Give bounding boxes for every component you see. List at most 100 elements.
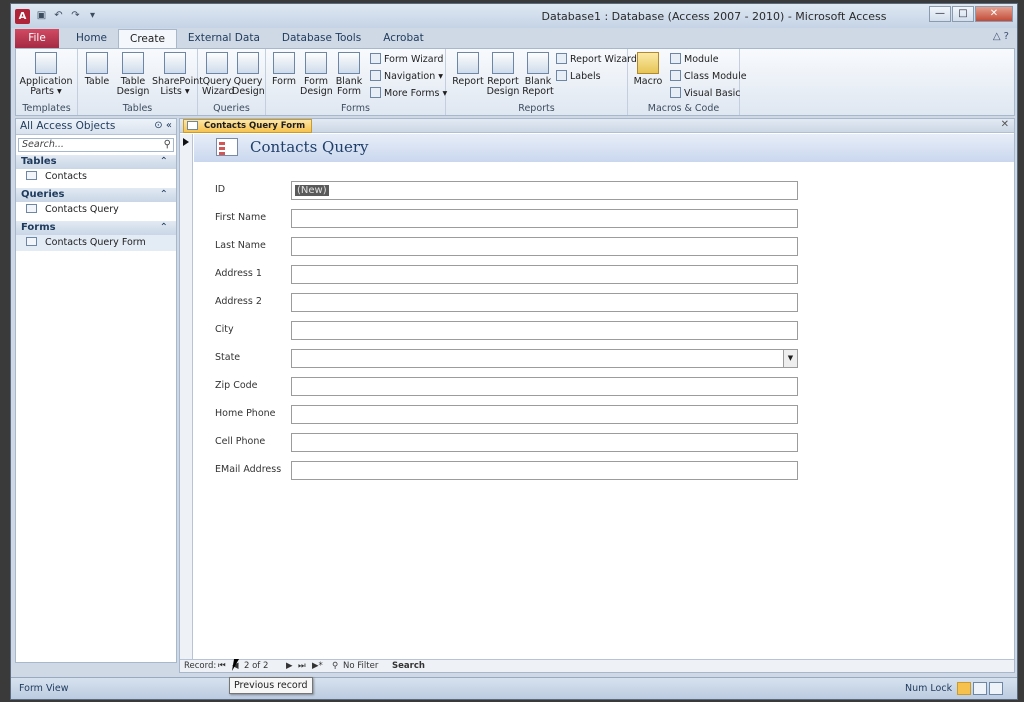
nav-item-contacts-query-form[interactable]: Contacts Query Form	[16, 235, 176, 251]
class-module-icon	[670, 70, 681, 81]
collapse-icon: ⌃	[159, 156, 168, 167]
next-record-button[interactable]: ▶	[286, 661, 293, 671]
class-module-button[interactable]: Class Module	[670, 70, 747, 82]
record-selector[interactable]	[180, 134, 193, 660]
visual-basic-button[interactable]: Visual Basic	[670, 87, 741, 99]
table-icon	[86, 52, 108, 74]
tab-acrobat[interactable]: Acrobat	[372, 29, 435, 48]
navigation-icon	[370, 70, 381, 81]
minimize-button[interactable]: —	[929, 6, 951, 22]
layout-view-icon[interactable]	[973, 682, 987, 695]
ribbon-tabs: File Home Create External Data Database …	[11, 28, 1017, 48]
chevron-down-icon[interactable]: ⊙	[154, 120, 162, 131]
city-field[interactable]	[291, 321, 798, 340]
blank-form-button[interactable]: Blank Form	[334, 52, 364, 97]
search-icon[interactable]: ⚲	[164, 139, 171, 151]
query-wizard-button[interactable]: Query Wizard	[202, 52, 234, 97]
first-record-button[interactable]: ⏮	[218, 661, 226, 671]
field-label: Last Name	[215, 240, 266, 251]
current-record-position[interactable]: 2 of 2	[244, 661, 268, 671]
collapse-pane-icon[interactable]: «	[166, 120, 172, 131]
help-icon[interactable]: △ ?	[993, 31, 1009, 42]
application-parts-button[interactable]: Application Parts ▾	[18, 52, 74, 97]
collapse-icon: ⌃	[159, 189, 168, 200]
nav-group-tables[interactable]: Tables ⌃	[16, 155, 176, 169]
nav-item-contacts-query[interactable]: Contacts Query	[16, 202, 176, 218]
nav-group-queries[interactable]: Queries ⌃	[16, 188, 176, 202]
form-header: Contacts Query	[194, 134, 1014, 162]
report-design-icon	[492, 52, 514, 74]
status-bar: Form View Num Lock	[11, 677, 1017, 699]
blank-report-button[interactable]: Blank Report	[522, 52, 554, 97]
filter-status[interactable]: No Filter	[343, 661, 378, 671]
id-field[interactable]: (New)	[291, 181, 798, 200]
group-queries: Query Wizard Query Design Queries	[198, 49, 266, 115]
table-design-button[interactable]: Table Design	[114, 52, 152, 97]
field-label: State	[215, 352, 241, 363]
close-document-icon[interactable]: ✕	[1001, 119, 1009, 130]
report-design-button[interactable]: Report Design	[486, 52, 520, 97]
visual-basic-icon	[670, 87, 681, 98]
view-status: Form View	[19, 683, 69, 694]
more-forms-button[interactable]: More Forms ▾	[370, 87, 447, 99]
tab-home[interactable]: Home	[65, 29, 118, 48]
nav-pane-header[interactable]: All Access Objects ⊙ «	[16, 119, 176, 135]
query-design-button[interactable]: Query Design	[232, 52, 265, 97]
form-body: ID (New) First Name Last Name Address 1 …	[194, 163, 1014, 660]
address-1-field[interactable]	[291, 265, 798, 284]
report-button[interactable]: Report	[452, 52, 484, 87]
ribbon: Application Parts ▾ Templates Table Tabl…	[15, 48, 1015, 116]
form-button[interactable]: Form	[270, 52, 298, 87]
tab-file[interactable]: File	[15, 29, 59, 48]
field-row-city: City	[194, 321, 1014, 341]
maximize-button[interactable]: □	[952, 6, 974, 22]
table-icon	[26, 171, 37, 180]
field-label: EMail Address	[215, 464, 282, 475]
nav-group-forms[interactable]: Forms ⌃	[16, 221, 176, 235]
first-name-field[interactable]	[291, 209, 798, 228]
group-reports: Report Report Design Blank Report Report…	[446, 49, 637, 115]
form-wizard-button[interactable]: Form Wizard	[370, 53, 443, 65]
new-record-button[interactable]: ▶*	[312, 661, 323, 671]
table-button[interactable]: Table	[82, 52, 112, 87]
navigation-button[interactable]: Navigation ▾	[370, 70, 443, 82]
field-row-home-phone: Home Phone	[194, 405, 1014, 425]
design-view-icon[interactable]	[989, 682, 1003, 695]
tab-external-data[interactable]: External Data	[177, 29, 271, 48]
sharepoint-lists-button[interactable]: SharePoint Lists ▾	[152, 52, 203, 97]
email-address-field[interactable]	[291, 461, 798, 480]
chevron-down-icon[interactable]: ▼	[783, 350, 797, 367]
tab-create[interactable]: Create	[118, 29, 177, 48]
home-phone-field[interactable]	[291, 405, 798, 424]
blank-form-icon	[338, 52, 360, 74]
record-search-input[interactable]: Search	[392, 661, 425, 671]
report-icon	[457, 52, 479, 74]
report-wizard-button[interactable]: Report Wizard	[556, 53, 637, 65]
form-design-button[interactable]: Form Design	[300, 52, 333, 97]
document-tab-contacts-query-form[interactable]: Contacts Query Form	[183, 119, 313, 133]
document-tab-bar: Contacts Query Form ✕	[180, 119, 1014, 133]
more-forms-icon	[370, 87, 381, 98]
field-label: First Name	[215, 212, 267, 223]
nav-pane-title: All Access Objects	[20, 120, 116, 132]
field-label: City	[215, 324, 234, 335]
field-row-id: ID (New)	[194, 181, 1014, 201]
nav-item-contacts-table[interactable]: Contacts	[16, 169, 176, 185]
table-design-icon	[122, 52, 144, 74]
form-view-icon[interactable]	[957, 682, 971, 695]
tab-database-tools[interactable]: Database Tools	[271, 29, 372, 48]
state-combo[interactable]: ▼	[291, 349, 798, 368]
address-2-field[interactable]	[291, 293, 798, 312]
last-name-field[interactable]	[291, 237, 798, 256]
module-button[interactable]: Module	[670, 53, 719, 65]
filter-icon[interactable]: ⚲	[332, 661, 338, 671]
cell-phone-field[interactable]	[291, 433, 798, 452]
navigation-pane: All Access Objects ⊙ « Search... ⚲ Table…	[15, 118, 177, 663]
close-button[interactable]: ✕	[975, 6, 1013, 22]
macro-button[interactable]: Macro	[632, 52, 664, 87]
application-parts-icon	[35, 52, 57, 74]
last-record-button[interactable]: ⏭	[298, 661, 306, 671]
nav-search-input[interactable]: Search... ⚲	[18, 138, 174, 152]
labels-button[interactable]: Labels	[556, 70, 601, 82]
zip-code-field[interactable]	[291, 377, 798, 396]
